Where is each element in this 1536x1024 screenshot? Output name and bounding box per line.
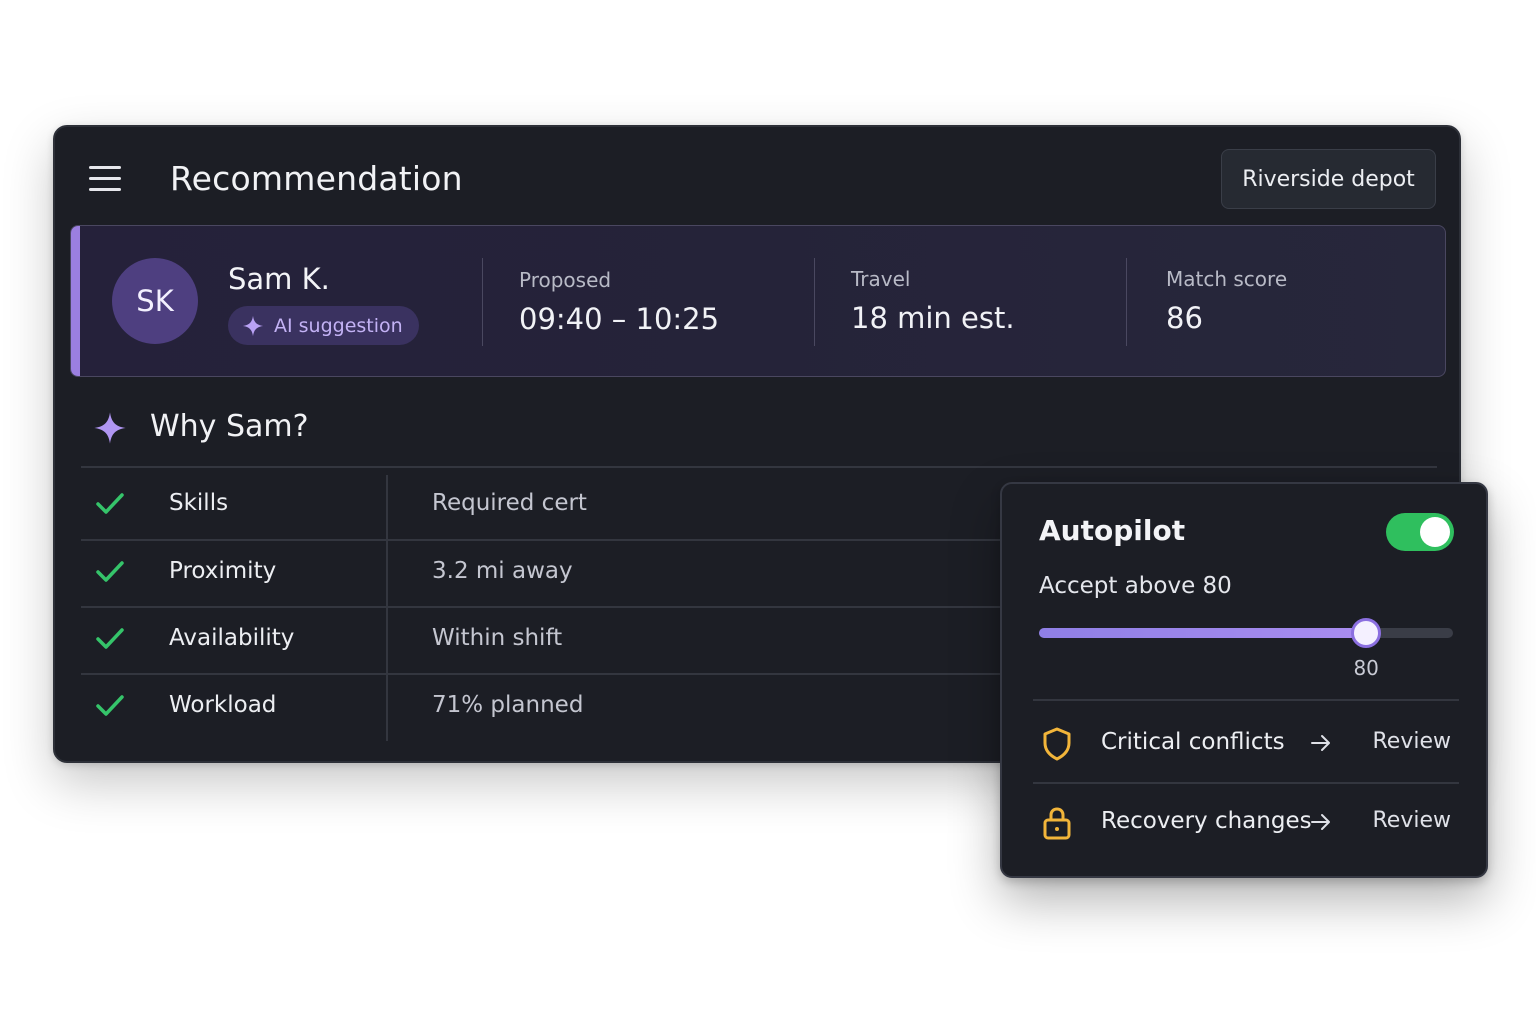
reason-label: Workload — [169, 692, 277, 718]
travel-value: 18 min est. — [851, 301, 1015, 335]
hamburger-menu-icon[interactable] — [89, 165, 123, 193]
reason-value: 71% planned — [432, 692, 584, 718]
person-name: Sam K. — [228, 262, 330, 296]
arrow-right-icon — [1311, 735, 1330, 751]
slider-value: 80 — [1353, 656, 1379, 680]
autopilot-panel: Autopilot Accept above 80 80 Critical co… — [1000, 482, 1488, 878]
check-icon — [96, 628, 124, 649]
lock-icon — [1043, 807, 1071, 840]
divider — [814, 258, 815, 346]
check-icon — [96, 561, 124, 582]
autopilot-toggle[interactable] — [1386, 513, 1454, 551]
recovery-changes-row[interactable]: Recovery changes Review — [1033, 784, 1459, 862]
page-title: Recommendation — [170, 159, 463, 198]
row-label: Recovery changes — [1101, 808, 1312, 834]
reason-value: 3.2 mi away — [432, 558, 573, 584]
divider — [482, 258, 483, 346]
review-link[interactable]: Review — [1373, 808, 1452, 833]
ai-suggestion-label: AI suggestion — [274, 314, 403, 337]
travel-label: Travel — [851, 267, 911, 291]
accent-bar — [71, 226, 80, 376]
depot-button[interactable]: Riverside depot — [1221, 149, 1436, 209]
avatar: SK — [112, 258, 198, 344]
divider — [1126, 258, 1127, 346]
recommendation-summary[interactable]: SK Sam K. AI suggestion Proposed 09:40 –… — [70, 225, 1446, 377]
autopilot-title: Autopilot — [1039, 514, 1186, 547]
sparkle-icon — [94, 412, 126, 444]
why-title: Why Sam? — [150, 409, 309, 444]
reason-value: Required cert — [432, 490, 587, 516]
check-icon — [96, 493, 124, 514]
slider-thumb[interactable] — [1351, 618, 1382, 648]
threshold-label: Accept above 80 — [1039, 573, 1232, 599]
proposed-value: 09:40 – 10:25 — [519, 302, 720, 336]
reason-label: Proximity — [169, 558, 277, 584]
ai-suggestion-badge: AI suggestion — [228, 306, 419, 345]
divider — [81, 466, 1437, 468]
proposed-label: Proposed — [519, 268, 612, 292]
threshold-slider[interactable] — [1039, 618, 1453, 648]
shield-icon — [1043, 727, 1071, 761]
arrow-right-icon — [1311, 814, 1330, 830]
match-score-value: 86 — [1166, 301, 1203, 335]
check-icon — [96, 695, 124, 716]
toggle-knob — [1420, 517, 1450, 547]
slider-fill — [1039, 628, 1367, 638]
reason-label: Availability — [169, 625, 295, 651]
divider — [1033, 699, 1459, 701]
reason-label: Skills — [169, 490, 229, 516]
sparkle-icon — [242, 315, 264, 336]
reason-value: Within shift — [432, 625, 563, 651]
critical-conflicts-row[interactable]: Critical conflicts Review — [1033, 705, 1459, 783]
row-label: Critical conflicts — [1101, 729, 1285, 755]
review-link[interactable]: Review — [1373, 729, 1452, 754]
match-score-label: Match score — [1166, 267, 1288, 291]
